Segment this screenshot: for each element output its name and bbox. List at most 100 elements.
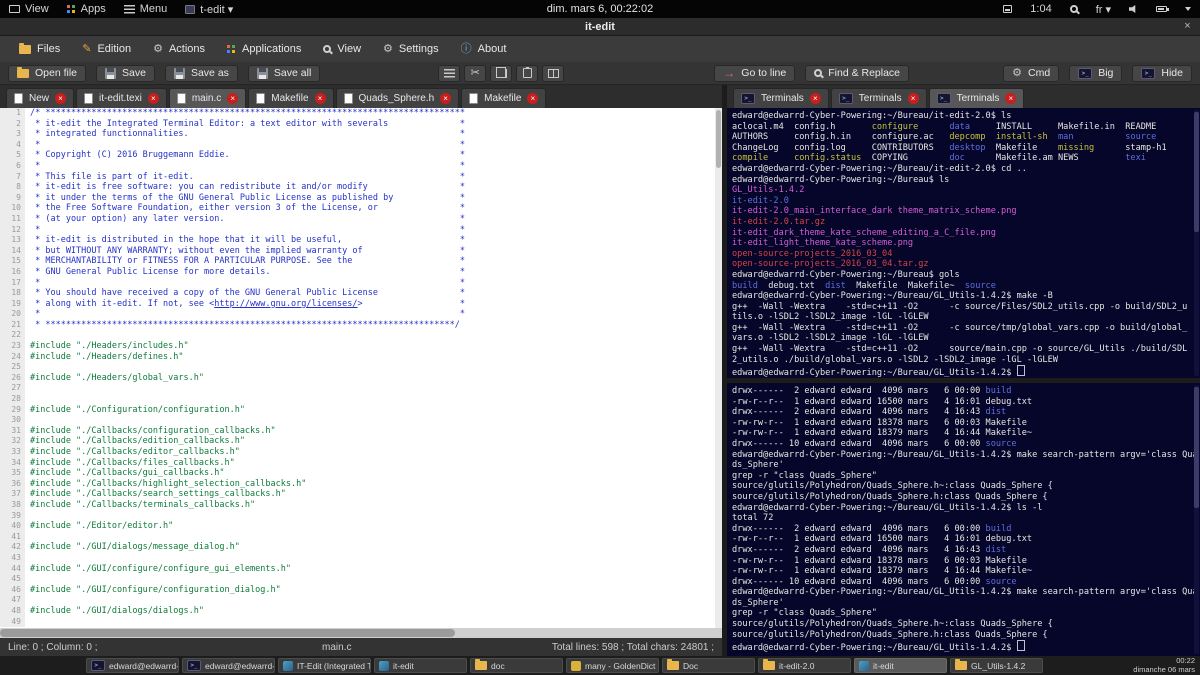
terminal-bottom[interactable]: drwx------ 2 edward edward 4096 mars 6 0… [727, 383, 1200, 656]
tab-close-button[interactable]: × [440, 93, 452, 104]
terminal-line: source/glutils/Polyhedron/Quads_Sphere.h… [732, 619, 1053, 630]
editor-hscroll-thumb[interactable] [0, 629, 455, 637]
topbar-t-edit[interactable]: t-edit ▾ [176, 0, 242, 18]
window-close-button[interactable]: × [1180, 19, 1195, 33]
line-number: 2 [0, 118, 25, 130]
line-number: 41 [0, 531, 25, 543]
topbar-apps[interactable]: Apps [58, 0, 115, 18]
terminal-line: edward@edwarrd-Cyber-Powering:~/Bureau/G… [732, 640, 1195, 653]
tab-makefile[interactable]: Makefile × [248, 88, 334, 108]
tab-close-button[interactable]: × [227, 93, 239, 104]
cols-button[interactable] [542, 64, 565, 82]
taskbar-item-it-edit-integrated-t[interactable]: IT-Edit (Integrated T... [278, 658, 371, 673]
topbar-batt[interactable] [1147, 0, 1176, 18]
topbar-vol[interactable] [1120, 0, 1147, 18]
hide-button[interactable]: >_ Hide [1132, 64, 1192, 82]
terminal-line: it-edit-2.0_main_interface_dark theme_ma… [732, 206, 1017, 217]
taskbar-item-gl-utils-1-4-2[interactable]: GL_Utils-1.4.2 [950, 658, 1043, 673]
taskbar-item-doc[interactable]: doc [470, 658, 563, 673]
open-file-button[interactable]: Open file [8, 64, 87, 82]
line-number: 34 [0, 457, 25, 469]
terminal-top[interactable]: edward@edwarrd-Cyber-Powering:~/Bureau/i… [727, 108, 1200, 378]
tab-makefile[interactable]: Makefile × [461, 88, 547, 108]
terminal-tab-terminals[interactable]: >_ Terminals × [830, 88, 927, 108]
save-all-button-label: Save all [273, 67, 312, 79]
big-button[interactable]: >_ Big [1069, 64, 1123, 82]
line-number: 33 [0, 447, 25, 458]
topbar-mag[interactable] [1061, 0, 1087, 18]
terminal-line: compile config.status COPYING doc Makefi… [732, 153, 1146, 164]
copy-button[interactable] [490, 64, 513, 82]
menu-about[interactable]: ⓘ About [452, 40, 516, 58]
taskbar-item-doc[interactable]: Doc [662, 658, 755, 673]
code-editor[interactable]: 1 /* ************************************… [0, 108, 722, 628]
topbar-view[interactable]: View [0, 0, 58, 18]
menu-edition[interactable]: ✎ Edition [73, 40, 140, 58]
editor-vscrollbar[interactable] [715, 108, 722, 628]
terminal-bottom-scrollbar[interactable] [1194, 385, 1199, 654]
topbar-fr[interactable]: fr ▾ [1087, 0, 1120, 18]
line-number: 31 [0, 425, 25, 437]
taskbar-item-edward-edwarrd-c[interactable]: >_ edward@edwarrd-C... [86, 658, 179, 673]
terminal-tab-terminals[interactable]: >_ Terminals × [928, 88, 1025, 108]
terminal-bottom-scroll-thumb[interactable] [1194, 387, 1199, 509]
tab-main-c[interactable]: main.c × [168, 88, 247, 108]
editor-vscroll-thumb[interactable] [716, 110, 721, 168]
go-to-line-button[interactable]: → Go to line [714, 64, 796, 82]
code-line: 20 * * [0, 309, 722, 320]
save-as-button[interactable]: Save as [164, 64, 238, 82]
tab-close-button[interactable]: × [527, 93, 539, 104]
menu-settings[interactable]: ⚙ Settings [374, 40, 448, 58]
menu-applications[interactable]: Applications [218, 40, 310, 58]
code-line: 3 * integrated functionnalities. * [0, 129, 722, 140]
paste-button[interactable] [516, 64, 539, 82]
menu-view[interactable]: View [314, 40, 370, 58]
topbar-menu[interactable]: Menu [115, 0, 177, 18]
taskbar-item-edward-edwarrd-c[interactable]: >_ edward@edwarrd-C... [182, 658, 275, 673]
taskbar-item-it-edit-2-0[interactable]: it-edit-2.0 [758, 658, 851, 673]
topbar-1-04[interactable]: 1:04 [1021, 0, 1060, 18]
tab-new[interactable]: New × [6, 88, 75, 108]
menu-files[interactable]: Files [10, 40, 69, 58]
apps-icon [66, 4, 76, 14]
tab-close-button[interactable]: × [1005, 93, 1017, 104]
lines-button[interactable] [438, 64, 461, 82]
editor-hscrollbar[interactable] [0, 628, 722, 638]
folder-icon [475, 659, 487, 670]
line-number: 22 [0, 330, 25, 342]
tab-close-button[interactable]: × [809, 93, 821, 104]
taskbar-item-it-edit[interactable]: it-edit [854, 658, 947, 673]
taskbar-item-many-goldendict[interactable]: many - GoldenDict [566, 658, 659, 673]
terminal-top-scroll-thumb[interactable] [1194, 112, 1199, 232]
window-titlebar[interactable]: it-edit × [0, 18, 1200, 36]
menu-actions-label: Actions [168, 43, 206, 55]
save-button[interactable]: Save [96, 64, 155, 82]
taskbar-item-it-edit[interactable]: it-edit [374, 658, 467, 673]
scissors-icon: ✂ [470, 66, 480, 79]
topbar-caret-down[interactable] [1176, 0, 1200, 18]
menu-actions[interactable]: ⚙ Actions [144, 40, 214, 58]
tab-it-edit-texi[interactable]: it-edit.texi × [76, 88, 167, 108]
terminal-top-scrollbar[interactable] [1194, 110, 1199, 376]
code-text: /* *************************************… [30, 108, 465, 118]
find-replace-button[interactable]: Find & Replace [805, 64, 910, 82]
terminal-line: 2_utils.o ./build/global_vars.o -lSDL2 -… [732, 354, 1058, 365]
tab-close-button[interactable]: × [907, 93, 919, 104]
save-all-button[interactable]: Save all [247, 64, 321, 82]
tab-quads-sphere-h[interactable]: Quads_Sphere.h × [335, 88, 460, 108]
tab-close-button[interactable]: × [55, 93, 67, 104]
terminal-tab-terminals[interactable]: >_ Terminals × [733, 88, 829, 108]
term-icon: >_ [1078, 67, 1093, 79]
code-line: 47 [0, 595, 722, 606]
scissors-button[interactable]: ✂ [464, 64, 487, 82]
tab-close-button[interactable]: × [147, 93, 159, 104]
topbar-tray[interactable] [994, 0, 1021, 18]
code-line: 41 [0, 531, 722, 543]
line-number: 26 [0, 372, 25, 384]
tab-close-button[interactable]: × [314, 93, 326, 104]
cmd-button[interactable]: ⚙ Cmd [1003, 64, 1060, 82]
line-number: 25 [0, 362, 25, 373]
terminal-line: source/glutils/Polyhedron/Quads_Sphere.h… [732, 629, 1048, 640]
topbar-clock[interactable]: dim. mars 6, 00:22:02 [538, 0, 662, 18]
code-text: * * [30, 224, 465, 235]
